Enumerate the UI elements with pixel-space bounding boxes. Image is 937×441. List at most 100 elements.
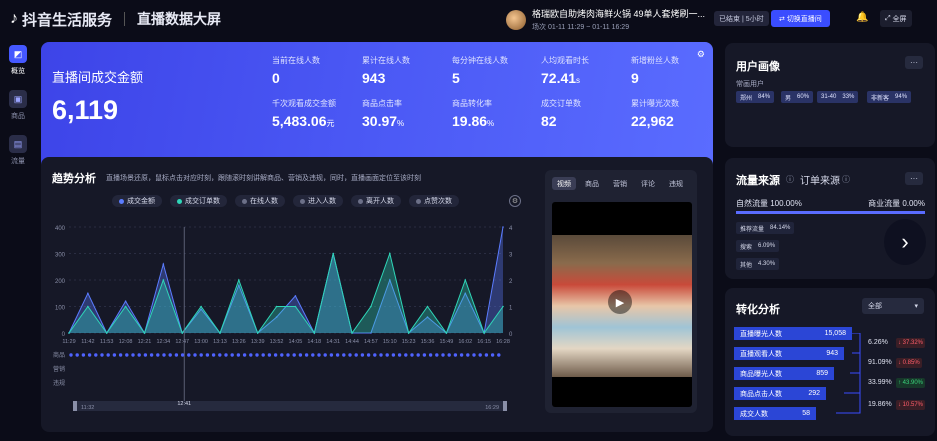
legend-label: 成交金额 bbox=[127, 198, 155, 205]
tab-video[interactable]: 视频 bbox=[552, 177, 576, 190]
gmv-value: 6,119 bbox=[52, 95, 119, 125]
product-event-dot bbox=[131, 353, 135, 357]
data-point bbox=[332, 252, 334, 255]
x-tick-label: 16:15 bbox=[477, 339, 491, 345]
x-tick-label: 15:10 bbox=[383, 339, 397, 345]
product-event-dot bbox=[453, 353, 458, 357]
data-point bbox=[464, 279, 467, 281]
funnel-change-badge: ↑ 43.90% bbox=[896, 378, 926, 388]
sidebar-item-products[interactable]: ▣ 商品 bbox=[0, 90, 36, 121]
trend-chart[interactable]: 0 100 200 300 400 0 1 2 3 4 11:29 11:42 11:53 12:08 12… bbox=[41, 215, 531, 415]
conversion-title: 转化分析 bbox=[736, 304, 780, 316]
legend-item[interactable]: 成交订单数 bbox=[170, 195, 227, 207]
data-point bbox=[502, 226, 504, 228]
tab-comments[interactable]: 评论 bbox=[636, 177, 660, 190]
tab-marketing[interactable]: 营销 bbox=[608, 177, 632, 190]
sidebar-item-overview[interactable]: ◩ 概览 bbox=[0, 45, 36, 76]
product-event-dot bbox=[174, 353, 179, 357]
app-logo[interactable]: ♪ 抖音生活服务 bbox=[10, 9, 112, 30]
info-icon[interactable]: ⓘ bbox=[786, 174, 794, 185]
y-left-tick-label: 300 bbox=[55, 253, 66, 259]
more-icon[interactable]: ··· bbox=[905, 56, 923, 69]
chevron-right-icon[interactable]: › bbox=[884, 219, 926, 265]
sidebar-item-label: 流量 bbox=[11, 158, 25, 165]
product-event-dot bbox=[100, 353, 104, 357]
profile-tag: 郑州 84% bbox=[736, 91, 775, 103]
timeline-scrubber bbox=[73, 401, 507, 411]
legend-item[interactable]: 进入人数 bbox=[293, 195, 343, 207]
conversion-filter-select[interactable]: 全部 ▾ bbox=[862, 298, 924, 314]
legend-item[interactable]: 离开人数 bbox=[351, 195, 401, 207]
kpi-unit: % bbox=[397, 119, 405, 128]
funnel-connector-line bbox=[836, 333, 861, 414]
event-row-label: 营销 bbox=[53, 365, 65, 373]
step-label: 商品曝光人数 bbox=[740, 370, 782, 378]
chart-settings-icon[interactable]: ⚙ bbox=[509, 195, 521, 207]
product-event-dot bbox=[149, 353, 154, 357]
funnel-step: 成交人数 58 bbox=[734, 407, 816, 420]
legend-dot bbox=[177, 198, 182, 204]
legend-label: 点赞次数 bbox=[424, 198, 452, 205]
scrub-handle-left bbox=[73, 401, 77, 411]
sidebar-item-traffic[interactable]: ▤ 流量 bbox=[0, 135, 36, 166]
video-player[interactable]: ▶ bbox=[552, 202, 692, 407]
product-event-dot bbox=[447, 353, 451, 357]
legend-label: 在线人数 bbox=[250, 198, 278, 205]
funnel-change-badge: ↓ 0.85% bbox=[896, 358, 922, 368]
kpi-label: 成交订单数 bbox=[541, 99, 581, 108]
kpi-value: 5,483.06 bbox=[272, 113, 327, 129]
data-point bbox=[181, 332, 184, 334]
source-value: 6.09% bbox=[758, 243, 776, 249]
traffic-title[interactable]: 流量来源 bbox=[736, 172, 780, 188]
data-point bbox=[388, 252, 391, 255]
product-event-dot bbox=[391, 353, 396, 357]
x-tick-label: 16:02 bbox=[458, 339, 472, 345]
x-tick-label: 14:18 bbox=[307, 339, 321, 345]
product-event-dot bbox=[385, 353, 389, 357]
traffic-split-bar bbox=[736, 211, 925, 214]
bell-icon[interactable]: 🔔 bbox=[856, 12, 868, 23]
order-source-tab[interactable]: 订单来源 bbox=[800, 172, 840, 187]
tag-value: 60% bbox=[797, 94, 810, 100]
product-event-dot bbox=[280, 353, 284, 357]
legend-item[interactable]: 在线人数 bbox=[235, 195, 285, 207]
product-event-dot bbox=[404, 353, 408, 357]
data-point bbox=[294, 295, 297, 297]
fullscreen-button[interactable]: ⤢ 全屏 bbox=[880, 10, 912, 27]
kpi-current-online: 当前在线人数 0 bbox=[272, 55, 320, 86]
source-label: 其他 bbox=[740, 262, 753, 269]
product-event-dot bbox=[472, 353, 476, 357]
y-left-tick-label: 200 bbox=[55, 279, 66, 285]
kpi-settings-icon[interactable]: ⚙ bbox=[697, 49, 705, 60]
kpi-avg-watch-time: 人均观看时长 72.41s bbox=[541, 55, 589, 86]
douyin-logo-icon: ♪ bbox=[10, 10, 18, 27]
product-event-dot bbox=[205, 353, 210, 357]
product-event-dot bbox=[211, 353, 216, 357]
tab-violations[interactable]: 违规 bbox=[664, 177, 688, 190]
room-info[interactable]: 格瑞欧自助烤肉海鲜火锅 49单人套烤刷一... 场次 01-11 11:29 ~… bbox=[506, 7, 705, 32]
data-point bbox=[370, 305, 372, 308]
kpi-value: 19.86 bbox=[452, 113, 488, 129]
kpi-value: 82 bbox=[541, 113, 557, 129]
kpi-value: 0 bbox=[272, 70, 280, 86]
product-event-dot bbox=[490, 353, 495, 357]
legend-item[interactable]: 成交金额 bbox=[112, 195, 162, 207]
product-event-dot bbox=[249, 353, 253, 357]
switch-room-button[interactable]: ⇄ 切换直播间 bbox=[771, 10, 830, 27]
product-event-dot bbox=[87, 353, 92, 357]
kpi-orders: 成交订单数 82 bbox=[541, 98, 581, 129]
tab-products[interactable]: 商品 bbox=[580, 177, 604, 190]
kpi-value: 30.97 bbox=[362, 113, 398, 129]
data-point bbox=[483, 332, 485, 334]
legend-item[interactable]: 点赞次数 bbox=[409, 195, 459, 207]
legend-dot bbox=[416, 198, 421, 204]
live-status-badge: 已结束 | 5小时 bbox=[714, 11, 769, 26]
info-icon[interactable]: ⓘ bbox=[842, 174, 850, 185]
play-icon[interactable]: ▶ bbox=[608, 290, 632, 314]
step-label: 直播观看人数 bbox=[740, 350, 782, 358]
title-divider bbox=[124, 12, 126, 26]
more-icon[interactable]: ··· bbox=[905, 172, 923, 185]
kpi-label: 商品点击率 bbox=[362, 99, 402, 108]
product-event-dot bbox=[348, 353, 352, 357]
product-event-dot bbox=[125, 353, 129, 357]
